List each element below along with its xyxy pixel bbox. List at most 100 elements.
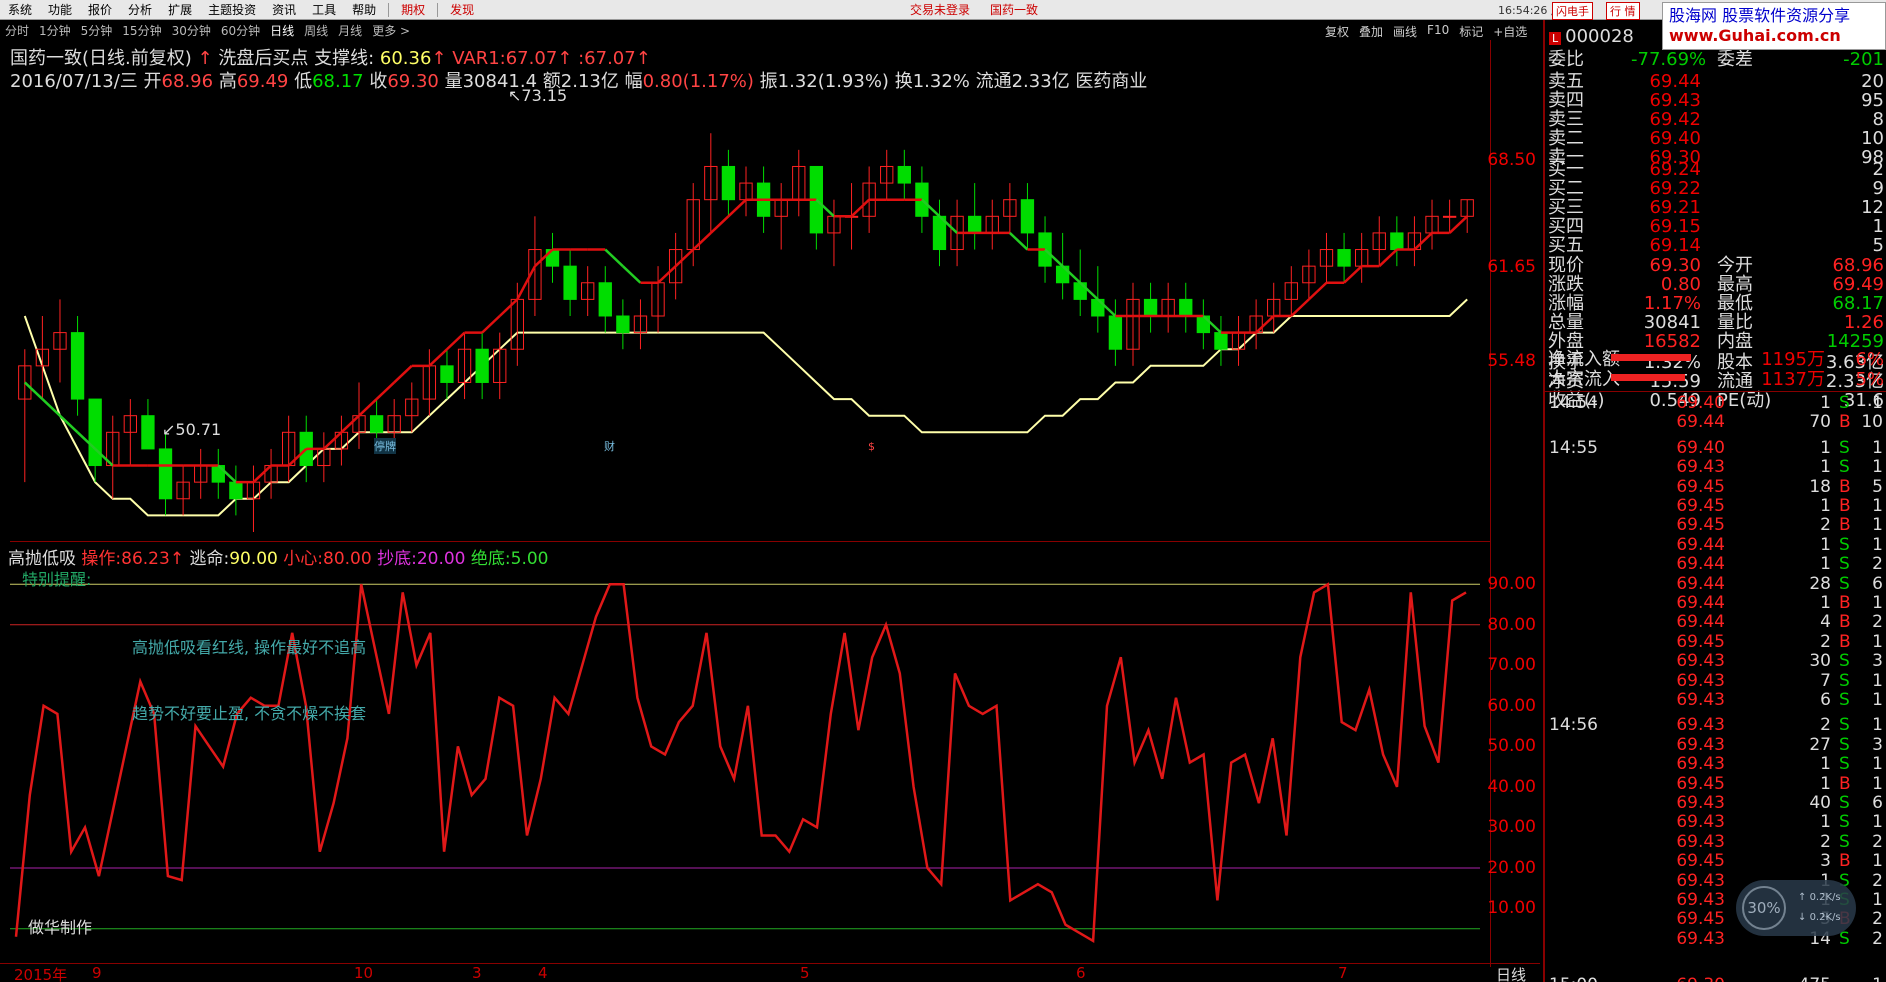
ma-segment — [850, 198, 870, 218]
netflow-value: 1195万 — [1761, 349, 1825, 370]
menu-item-system[interactable]: 系统 — [0, 1, 40, 18]
block-label: 大宗流入 — [1548, 369, 1620, 390]
candle — [1020, 183, 1035, 250]
period-tab-1min[interactable]: 1分钟 — [34, 22, 76, 39]
menu-item-help[interactable]: 帮助 — [344, 1, 384, 18]
bid-row[interactable]: 买四 69.15 1 — [1545, 217, 1886, 236]
tool-add-watchlist[interactable]: +自选 — [1493, 23, 1527, 40]
menu-item-analysis[interactable]: 分析 — [120, 1, 160, 18]
period-tab-30min[interactable]: 30分钟 — [167, 22, 216, 39]
menu-item-function[interactable]: 功能 — [40, 1, 80, 18]
vol-label: 量 — [444, 71, 463, 92]
tool-mark[interactable]: 标记 — [1459, 23, 1483, 40]
stat-label: 今开 — [1717, 255, 1753, 276]
tick-row: 14:56 69.43 2 S 1 — [1545, 716, 1886, 735]
tool-overlay[interactable]: 叠加 — [1359, 23, 1383, 40]
candle-body — [88, 398, 102, 467]
date-tick: 10 — [354, 964, 374, 982]
candle — [1143, 282, 1158, 333]
tick-side: B — [1839, 593, 1851, 613]
tick-count: 2 — [1872, 831, 1883, 852]
tick-side: B — [1839, 773, 1851, 794]
bid-row[interactable]: 买五 69.14 5 — [1545, 236, 1886, 255]
bar-date: 2016/07/13/三 — [10, 71, 138, 92]
bid-row[interactable]: 买三 69.21 12 — [1545, 198, 1886, 217]
indicator-chart[interactable]: 高抛低吸 操作:86.23↑ 逃命:90.00 小心:80.00 抄底:20.0… — [8, 542, 1490, 967]
bid-vol: 12 — [1861, 197, 1884, 218]
tool-adjust[interactable]: 复权 — [1325, 23, 1349, 40]
tick-row: 15:00 69.30 475 1 — [1545, 976, 1886, 982]
tick-side: S — [1839, 812, 1850, 833]
ask-row[interactable]: 卖二 69.40 10 — [1545, 129, 1886, 148]
tick-side: B — [1839, 496, 1851, 516]
bid-vol: 5 — [1872, 235, 1884, 256]
candle-body — [1442, 215, 1457, 218]
tick-side: S — [1839, 715, 1850, 736]
ask-row[interactable]: 卖四 69.43 95 — [1545, 91, 1886, 110]
ma-segment — [59, 414, 79, 434]
ask-row[interactable]: 卖五 69.44 20 — [1545, 72, 1886, 91]
ma-segment — [622, 265, 642, 284]
stock-code-value: 000028 — [1565, 26, 1634, 47]
bid-row[interactable]: 买二 69.22 9 — [1545, 179, 1886, 198]
tick-price: 69.43 — [1676, 734, 1725, 755]
ma-segment — [1448, 215, 1469, 234]
ask-row[interactable]: 卖三 69.42 8 — [1545, 110, 1886, 129]
period-tab-monthly[interactable]: 月线 — [333, 22, 367, 39]
tick-side: S — [1839, 734, 1850, 755]
event-finance[interactable]: 财 — [604, 438, 615, 454]
period-tab-more[interactable]: 更多 > — [367, 22, 415, 39]
menu-item-tools[interactable]: 工具 — [304, 1, 344, 18]
tick-volume: 4 — [1820, 612, 1831, 633]
open-label: 开 — [143, 71, 162, 92]
indicator-tick: 10.00 — [1487, 898, 1536, 919]
var1-label: VAR1: — [452, 48, 506, 69]
event-suspend[interactable]: 停牌 — [374, 438, 396, 454]
tick-price: 69.45 — [1676, 476, 1725, 497]
high-price-mark: ↖73.15 — [508, 86, 568, 105]
candle — [897, 149, 911, 200]
weicha-value: -201 — [1843, 49, 1884, 70]
author-credit: 做华制作 — [28, 918, 93, 937]
speed-percent-value: 30 — [1747, 899, 1767, 917]
period-tab-5min[interactable]: 5分钟 — [76, 22, 118, 39]
tick-row: 69.45 18 B 5 — [1545, 476, 1886, 497]
period-tab-15min[interactable]: 15分钟 — [117, 22, 166, 39]
period-tab-weekly[interactable]: 周线 — [299, 22, 333, 39]
candle — [968, 183, 982, 250]
period-tab-60min[interactable]: 60分钟 — [216, 22, 265, 39]
flash-trade-button[interactable]: 闪电手 — [1552, 2, 1593, 20]
menu-item-quote[interactable]: 报价 — [80, 1, 120, 18]
candle — [510, 282, 524, 366]
candle — [334, 415, 349, 466]
period-label[interactable]: 日线 — [1496, 964, 1526, 982]
menu-item-extend[interactable]: 扩展 — [160, 1, 200, 18]
bid-row[interactable]: 买一 69.24 2 — [1545, 160, 1886, 179]
period-tab-intraday[interactable]: 分时 — [0, 22, 34, 39]
candle — [246, 465, 261, 532]
main-kline-chart[interactable]: 国药一致(日线.前复权) ↑ 洗盘后买点 支撑线: 60.36↑ VAR1:67… — [10, 40, 1490, 542]
candle — [123, 399, 137, 466]
tick-volume: 2 — [1820, 631, 1831, 652]
event-dividend[interactable]: $ — [868, 440, 875, 453]
menu-item-options[interactable]: 期权 — [393, 1, 433, 18]
tick-time: 14:55 — [1549, 437, 1598, 458]
ad-banner[interactable]: 股海网 股票软件资源分享 www.Guhai.com.cn — [1662, 2, 1886, 50]
tick-count: 6 — [1872, 573, 1883, 594]
tool-draw[interactable]: 画线 — [1393, 23, 1417, 40]
tool-f10[interactable]: F10 — [1427, 23, 1449, 40]
ma-segment — [657, 265, 677, 284]
trade-status[interactable]: 交易未登录 — [910, 1, 970, 18]
menu-item-news[interactable]: 资讯 — [264, 1, 304, 18]
menu-divider — [437, 2, 439, 17]
tick-price: 69.45 — [1676, 496, 1725, 516]
period-tab-daily[interactable]: 日线 — [265, 22, 299, 39]
candle — [633, 299, 648, 350]
network-speed-widget[interactable]: 30% ↑ 0.2K/s ↓ 0.2K/s — [1736, 880, 1856, 936]
menu-item-discover[interactable]: 发现 — [442, 1, 482, 18]
candle-body — [141, 415, 155, 450]
quote-button[interactable]: 行 情 — [1606, 2, 1640, 20]
tick-volume: 475 — [1775, 976, 1831, 982]
menu-item-theme[interactable]: 主题投资 — [200, 1, 264, 18]
candle — [194, 448, 208, 499]
